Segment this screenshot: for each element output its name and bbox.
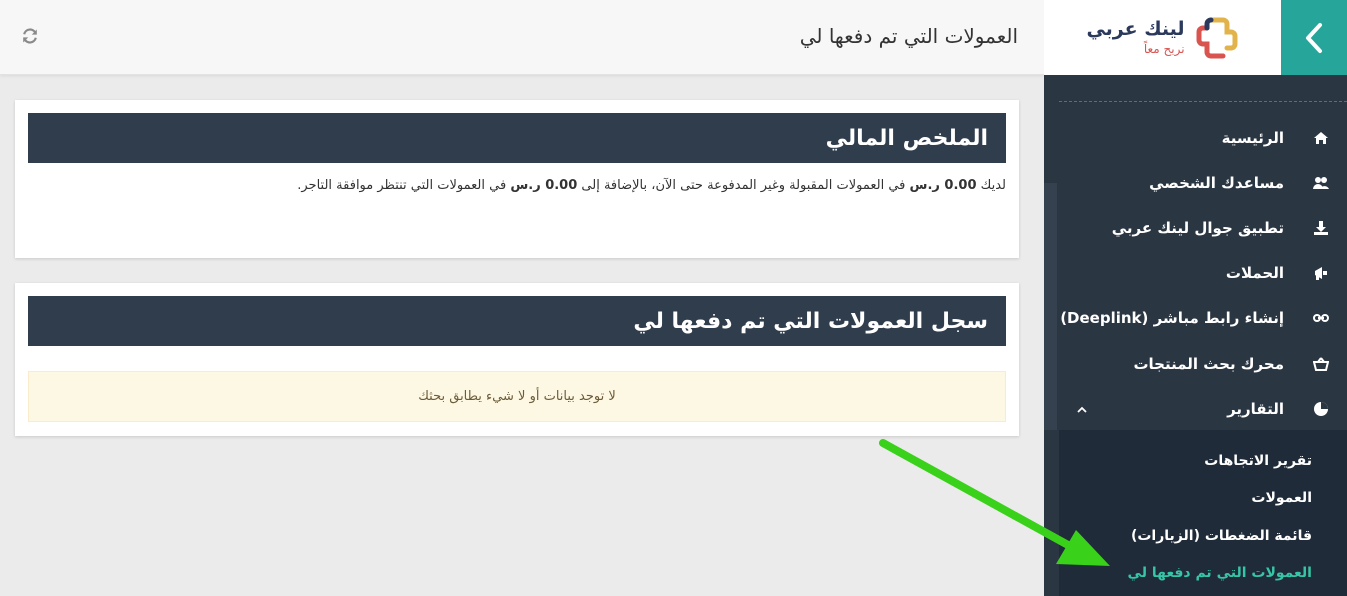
unpaid-amount: 0.00 ر.س (909, 178, 977, 193)
brand-logo[interactable]: لينك عربي نربح معاً (1044, 0, 1281, 75)
link-icon (1310, 311, 1332, 325)
brand-wordmark: لينك عربي نربح معاً (1086, 18, 1185, 56)
pie-chart-icon (1310, 401, 1332, 417)
sidebar-item-personal-assistant[interactable]: مساعدك الشخصي (1044, 160, 1347, 205)
users-icon (1310, 176, 1332, 190)
sidebar-item-product-search[interactable]: محرك بحث المنتجات (1044, 341, 1347, 386)
submenu-item-clicks-list[interactable]: قائمة الضغطات (الزيارات) (1059, 517, 1347, 555)
sidebar-item-home[interactable]: الرئيسية (1044, 115, 1347, 160)
summary-text-3: في العمولات التي تنتظر موافقة التاجر. (297, 178, 507, 193)
brand-logo-icon (1196, 17, 1238, 58)
refresh-icon (23, 28, 37, 44)
sidebar-item-label: التقارير (1227, 399, 1284, 418)
submenu-item-trends-report[interactable]: تقرير الاتجاهات (1059, 442, 1347, 480)
page-title: العمولات التي تم دفعها لي (799, 24, 1018, 48)
sidebar-item-deeplink[interactable]: إنشاء رابط مباشر (Deeplink) (1044, 296, 1347, 341)
submenu-item-paid-commissions[interactable]: العمولات التي تم دفعها لي (1059, 555, 1347, 593)
summary-text-2: في العمولات المقبولة وغير المدفوعة حتى ا… (581, 178, 906, 193)
sidebar-toggle-button[interactable] (1281, 0, 1347, 75)
sidebar-divider (1059, 101, 1347, 102)
financial-summary-title: الملخص المالي (28, 113, 1006, 163)
campaign-icon (1310, 265, 1332, 281)
brand-tagline: نربح معاً (1143, 42, 1185, 56)
sidebar-nav: الرئيسية مساعدك الشخصي تطبيق جوال لينك ع… (1044, 115, 1347, 431)
sidebar-item-label: مساعدك الشخصي (1149, 173, 1284, 192)
home-icon (1310, 131, 1332, 145)
chevron-left-icon (1306, 22, 1322, 53)
sidebar-item-label: إنشاء رابط مباشر (Deeplink) (1060, 309, 1284, 328)
sidebar-item-label: محرك بحث المنتجات (1133, 354, 1284, 373)
financial-summary-text: لديك 0.00 ر.س في العمولات المقبولة وغير … (297, 178, 1006, 193)
chevron-up-icon (1077, 402, 1087, 416)
financial-summary-panel: الملخص المالي لديك 0.00 ر.س في العمولات … (15, 100, 1019, 258)
paid-commissions-title: سجل العمولات التي تم دفعها لي (28, 296, 1006, 346)
reports-submenu: تقرير الاتجاهات العمولات قائمة الضغطات (… (1059, 430, 1347, 596)
summary-text-1: لديك (980, 178, 1006, 193)
download-icon (1310, 220, 1332, 236)
submenu-item-commissions[interactable]: العمولات (1059, 480, 1347, 518)
pending-amount: 0.00 ر.س (510, 178, 578, 193)
paid-commissions-panel: سجل العمولات التي تم دفعها لي لا توجد بي… (15, 283, 1019, 436)
page-header: العمولات التي تم دفعها لي (0, 0, 1044, 75)
brand-name: لينك عربي (1086, 18, 1185, 40)
empty-state-alert: لا توجد بيانات أو لا شيء يطابق بحثك (28, 371, 1006, 422)
sidebar-item-label: تطبيق جوال لينك عربي (1111, 218, 1284, 237)
sidebar-item-reports[interactable]: التقارير (1044, 386, 1347, 431)
sidebar-item-campaigns[interactable]: الحملات (1044, 251, 1347, 296)
sidebar-item-label: الرئيسية (1221, 128, 1284, 147)
basket-icon (1310, 356, 1332, 371)
refresh-button[interactable] (20, 26, 40, 46)
sidebar: لينك عربي نربح معاً الرئيسية مساعدك الشخ… (1044, 0, 1347, 596)
sidebar-item-label: الحملات (1225, 264, 1284, 283)
sidebar-item-mobile-app[interactable]: تطبيق جوال لينك عربي (1044, 205, 1347, 250)
